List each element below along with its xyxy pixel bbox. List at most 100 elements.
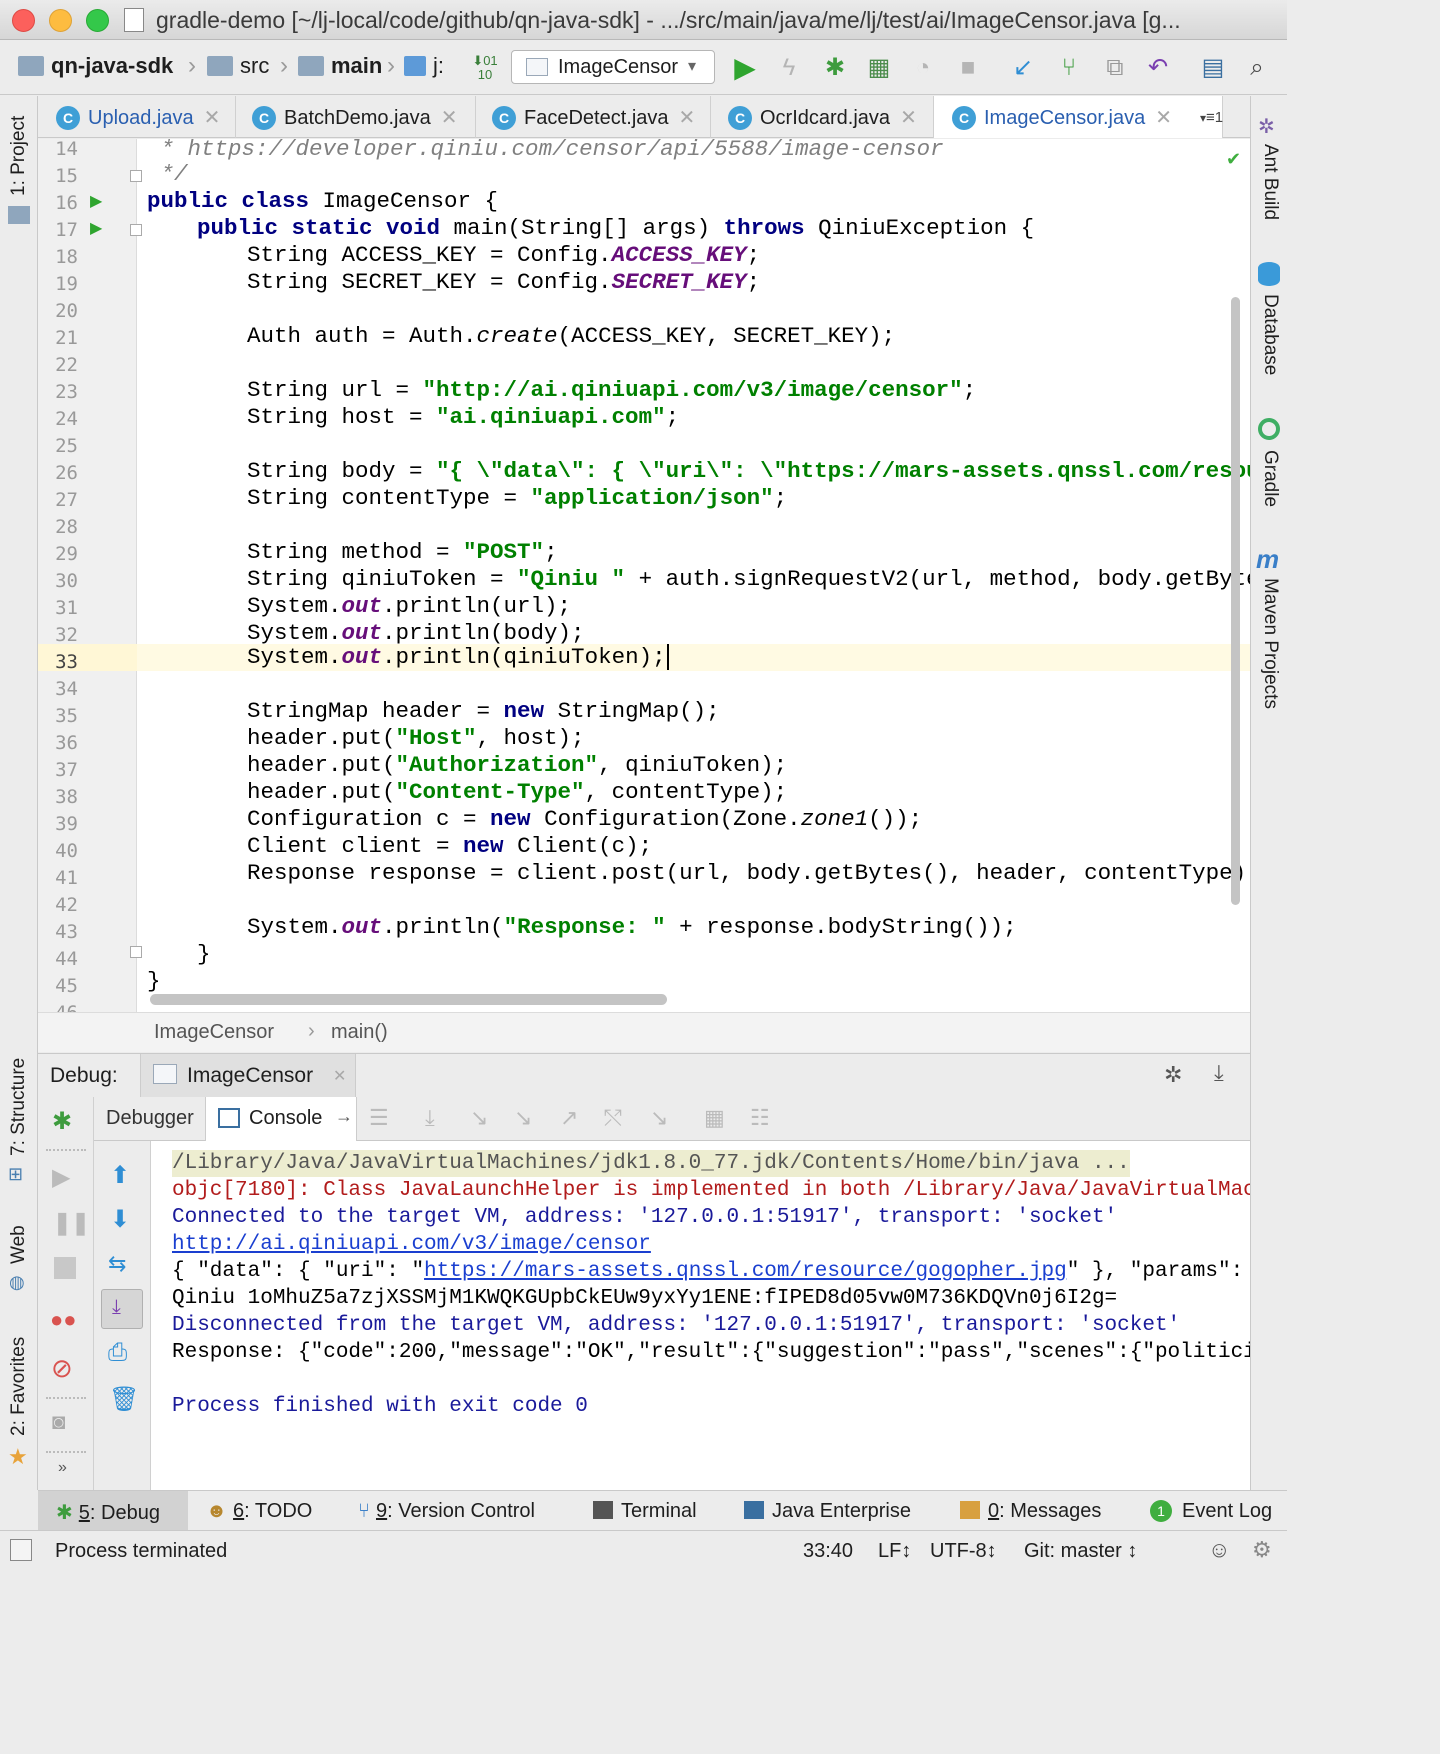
horizontal-scrollbar[interactable] xyxy=(150,994,667,1005)
up-arrow-icon[interactable]: ⬆ xyxy=(110,1161,130,1190)
run-to-cursor-icon[interactable]: ↘ xyxy=(650,1105,668,1131)
line-separator-select[interactable]: LF↕ xyxy=(878,1540,911,1563)
hide-panel-icon[interactable]: ⤓ xyxy=(1214,1060,1224,1086)
console-link[interactable]: https://mars-assets.qnssl.com/resource/g… xyxy=(424,1260,1067,1283)
project-tool-button[interactable]: 1: Project xyxy=(8,116,30,196)
project-structure-icon[interactable]: ▤ xyxy=(1196,51,1230,85)
search-everywhere-icon[interactable]: ⌕ xyxy=(1240,51,1274,85)
force-step-into-icon[interactable]: ↘ xyxy=(514,1105,532,1131)
vcs-revert-icon[interactable]: ↶ xyxy=(1141,51,1175,85)
drop-frame-icon[interactable]: ⤲ xyxy=(604,1105,622,1131)
structure-tool-button[interactable]: 7: Structure xyxy=(8,1058,30,1156)
code-editor[interactable]: 14 15 16 17 18 19 20 21 22 23 24 25 26 27 28 29 30 31 32 33… xyxy=(38,139,1250,1012)
tool-debug-button[interactable]: ✱ 5: Debug xyxy=(56,1500,160,1525)
database-tool-button[interactable]: Database xyxy=(1259,294,1281,375)
web-tool-button[interactable]: Web xyxy=(8,1225,30,1264)
background-tasks-icon[interactable]: ⚙ xyxy=(1252,1537,1272,1563)
coverage-icon[interactable]: ▦ xyxy=(862,51,896,85)
tab-console[interactable]: Console → xyxy=(205,1097,357,1141)
vcs-update-icon[interactable]: ↙ xyxy=(1006,51,1040,85)
run-class-gutter-icon[interactable]: ▶ xyxy=(90,191,102,211)
debug-bug-icon[interactable]: ✱ xyxy=(818,51,852,85)
ant-build-tool-button[interactable]: Ant Build xyxy=(1259,144,1281,220)
tab-ocridcard-java[interactable]: C OcrIdcard.java ✕ xyxy=(728,96,917,138)
tool-version-control-button[interactable]: ⑂ 9: Version Control xyxy=(358,1500,535,1523)
tab-batchdemo-java[interactable]: C BatchDemo.java ✕ xyxy=(252,96,458,138)
vcs-compare-icon[interactable]: ⧉ xyxy=(1098,51,1132,85)
maximize-window-button[interactable] xyxy=(86,9,109,32)
gear-icon[interactable]: ✲ xyxy=(1164,1062,1182,1088)
step-over-icon[interactable]: ⤓ xyxy=(425,1105,435,1131)
scroll-to-end-toggle[interactable]: ⤓ xyxy=(101,1289,143,1329)
maven-projects-tool-button[interactable]: Maven Projects xyxy=(1259,578,1281,709)
breadcrumb-src[interactable]: src xyxy=(207,53,269,79)
resume-icon[interactable]: ▶ xyxy=(52,1163,70,1192)
line-number: 33 xyxy=(55,651,78,673)
profiler-icon[interactable]: ◔ xyxy=(906,51,940,85)
tool-messages-button[interactable]: 0: Messages xyxy=(960,1500,1101,1523)
vcs-commit-icon[interactable]: ⑂ xyxy=(1052,51,1086,85)
close-tab-icon[interactable]: ✕ xyxy=(679,107,696,129)
print-icon[interactable]: ⎙ xyxy=(108,1339,127,1367)
tab-upload-java[interactable]: C Upload.java ✕ xyxy=(56,96,220,138)
view-breakpoints-icon[interactable]: ●● xyxy=(50,1307,77,1333)
tab-overflow-button[interactable]: ▾≡1 xyxy=(1200,96,1223,138)
debug-session-tab[interactable]: ImageCensor ✕ xyxy=(140,1054,356,1098)
pin-icon[interactable]: → xyxy=(335,1106,353,1127)
tab-debugger[interactable]: Debugger xyxy=(106,1107,194,1130)
more-actions-icon[interactable]: » xyxy=(58,1459,67,1477)
tab-facedetect-java[interactable]: C FaceDetect.java ✕ xyxy=(492,96,695,138)
soft-wrap-icon[interactable]: ⇆ xyxy=(108,1251,126,1277)
close-tab-icon[interactable]: ✕ xyxy=(900,107,917,129)
close-tab-icon[interactable]: ✕ xyxy=(333,1066,346,1086)
rerun-debug-icon[interactable]: ✱ xyxy=(52,1107,72,1136)
console-output[interactable]: /Library/Java/JavaVirtualMachines/jdk1.8… xyxy=(151,1141,1250,1490)
breadcrumb-main[interactable]: main xyxy=(298,53,382,79)
camera-icon[interactable]: ◙ xyxy=(52,1409,65,1435)
run-configuration-select[interactable]: ImageCensor ▾ xyxy=(511,50,715,84)
fold-icon[interactable] xyxy=(130,224,142,236)
mute-breakpoints-icon[interactable]: ⊘ xyxy=(51,1353,73,1384)
close-tab-icon[interactable]: ✕ xyxy=(1155,107,1172,129)
pause-icon[interactable]: ❚❚ xyxy=(53,1210,90,1236)
tool-java-enterprise-button[interactable]: Java Enterprise xyxy=(744,1500,911,1523)
inspector-icon[interactable]: ☺ xyxy=(1208,1537,1230,1563)
show-execution-point-icon[interactable]: ☰ xyxy=(369,1105,389,1131)
binary-download-icon[interactable]: ⬇01 10 xyxy=(468,51,502,85)
encoding-select[interactable]: UTF-8↕ xyxy=(930,1540,997,1563)
caret-position[interactable]: 33:40 xyxy=(803,1540,853,1563)
tool-terminal-button[interactable]: Terminal xyxy=(593,1500,697,1523)
breadcrumb-project[interactable]: qn-java-sdk xyxy=(18,53,173,79)
console-link[interactable]: http://ai.qiniuapi.com/v3/image/censor xyxy=(172,1231,651,1258)
run-method-gutter-icon[interactable]: ▶ xyxy=(90,218,102,238)
stop-icon[interactable] xyxy=(54,1257,76,1279)
breadcrumb-method[interactable]: main() xyxy=(331,1021,388,1044)
tab-imagecensor-java[interactable]: C ImageCensor.java ✕ xyxy=(933,96,1223,138)
step-out-icon[interactable]: ↗ xyxy=(560,1105,578,1131)
favorites-tool-button[interactable]: 2: Favorites xyxy=(8,1337,30,1436)
tool-windows-toggle-icon[interactable] xyxy=(10,1539,32,1561)
down-arrow-icon[interactable]: ⬇ xyxy=(110,1205,130,1234)
run-icon[interactable]: ▶ xyxy=(728,51,762,85)
tool-event-log-button[interactable]: 1 Event Log xyxy=(1150,1500,1272,1523)
close-tab-icon[interactable]: ✕ xyxy=(204,107,221,129)
vertical-scrollbar[interactable] xyxy=(1231,297,1240,905)
lightning-icon[interactable]: ϟ xyxy=(772,51,806,85)
clear-trash-icon[interactable]: 🗑 xyxy=(109,1385,139,1414)
minimize-window-button[interactable] xyxy=(49,9,72,32)
breadcrumb-java[interactable]: j: xyxy=(404,53,444,79)
close-window-button[interactable] xyxy=(12,9,35,32)
stop-icon[interactable]: ■ xyxy=(951,51,985,85)
evaluate-expression-icon[interactable]: ▦ xyxy=(704,1105,725,1131)
tab-label: FaceDetect.java xyxy=(524,107,669,129)
step-into-icon[interactable]: ↘ xyxy=(470,1105,488,1131)
gradle-tool-button[interactable]: Gradle xyxy=(1259,450,1281,507)
close-tab-icon[interactable]: ✕ xyxy=(441,107,458,129)
git-branch-select[interactable]: Git: master ↕ xyxy=(1024,1540,1137,1563)
tab-overflow-count: ≡1 xyxy=(1206,109,1224,126)
tool-todo-button[interactable]: ☻ 6: TODO xyxy=(206,1500,312,1523)
fold-icon[interactable] xyxy=(130,946,142,958)
breadcrumb-class[interactable]: ImageCensor xyxy=(154,1021,274,1044)
trace-icon[interactable]: ☷ xyxy=(750,1105,770,1131)
fold-icon[interactable] xyxy=(130,170,142,182)
